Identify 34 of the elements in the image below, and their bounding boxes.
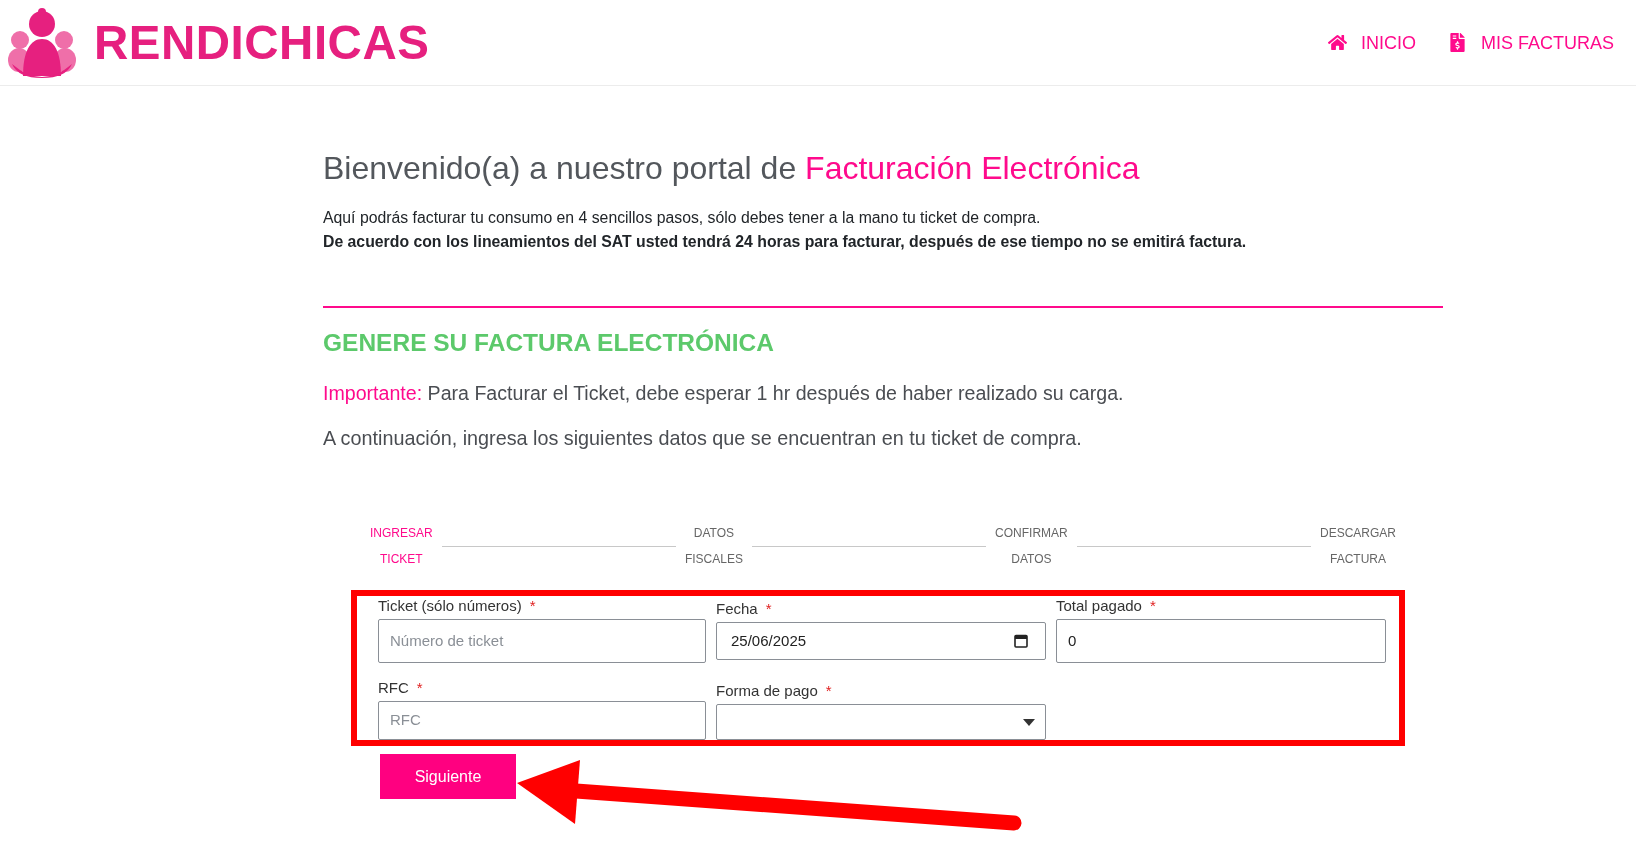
page-title: Bienvenido(a) a nuestro portal de Facturación Electrónica: [323, 149, 1141, 188]
required-marker: *: [416, 678, 423, 698]
field-label: Fecha: [716, 599, 758, 619]
field-label: Total pagado: [1056, 596, 1142, 616]
text-field[interactable]: RFC: [378, 701, 706, 740]
date-field[interactable]: 25/06/2025: [716, 622, 1046, 660]
nav-link[interactable]: INICIO: [1327, 33, 1416, 52]
intro-text: Aquí podrás facturar tu consumo en 4 sencillos pasos, sólo debes tener a la mano tu ticket de compra.: [323, 208, 1042, 228]
field-label: Forma de pago: [716, 681, 818, 701]
step-label: DESCARGAR FACTURA: [1320, 525, 1396, 568]
required-marker: *: [529, 596, 536, 616]
field-label: Ticket (sólo números): [378, 596, 522, 616]
select-field[interactable]: [716, 704, 1046, 740]
required-marker: *: [765, 599, 772, 619]
calendar-icon: [1014, 634, 1028, 648]
text-field[interactable]: Número de ticket: [378, 619, 706, 663]
intro-text: De acuerdo con los lineamientos del SAT usted tendrá 24 horas para facturar, después de ese tiempo no se emitirá factura.: [323, 232, 1248, 252]
step-label: DATOS FISCALES: [684, 525, 743, 568]
brand-name: RENDICHICAS: [94, 18, 430, 67]
field-label: RFC: [378, 678, 409, 698]
required-marker: *: [1149, 596, 1156, 616]
caret-icon: [1023, 718, 1035, 726]
invoice-icon: [1448, 33, 1467, 52]
logo-icon: [8, 7, 76, 78]
instruction-text: A continuación, ingresa los siguientes datos que se encuentran en tu ticket de compra.: [323, 426, 1083, 451]
home-icon: [1327, 33, 1347, 52]
step-label: INGRESAR TICKET: [370, 525, 433, 568]
required-marker: *: [825, 681, 832, 701]
section-heading: GENERE SU FACTURA ELECTRÓNICA: [323, 328, 775, 358]
nav-link[interactable]: MIS FACTURAS: [1448, 33, 1614, 52]
text-field[interactable]: 0: [1056, 619, 1386, 663]
step-label: CONFIRMAR DATOS: [995, 525, 1068, 568]
notice-text: Importante: Para Facturar el Ticket, debe esperar 1 hr después de haber realizado su carga.: [323, 381, 1125, 406]
next-button[interactable]: Siguiente: [380, 754, 516, 799]
